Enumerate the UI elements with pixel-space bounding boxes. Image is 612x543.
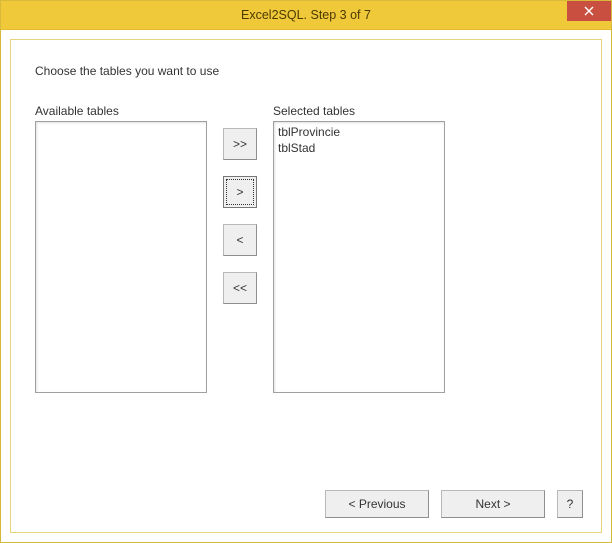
instruction-text: Choose the tables you want to use [35,64,577,78]
selected-column: Selected tables tblProvincietblStad [273,104,445,393]
help-button[interactable]: ? [557,490,583,518]
content-panel: Choose the tables you want to use Availa… [10,39,602,533]
previous-button[interactable]: < Previous [325,490,429,518]
move-left-button[interactable]: < [223,224,257,256]
available-column: Available tables [35,104,207,393]
close-icon [584,6,594,16]
move-all-left-button[interactable]: << [223,272,257,304]
move-right-button[interactable]: > [223,176,257,208]
move-all-right-button[interactable]: >> [223,128,257,160]
available-label: Available tables [35,104,207,118]
tables-row: Available tables >> > < << Selected tabl… [35,104,577,393]
window-title: Excel2SQL. Step 3 of 7 [1,8,611,22]
next-button[interactable]: Next > [441,490,545,518]
wizard-footer: < Previous Next > ? [325,490,583,518]
selected-label: Selected tables [273,104,445,118]
titlebar: Excel2SQL. Step 3 of 7 [1,1,611,30]
list-item[interactable]: tblProvincie [278,124,440,140]
list-item[interactable]: tblStad [278,140,440,156]
available-tables-listbox[interactable] [35,121,207,393]
wizard-window: Excel2SQL. Step 3 of 7 Choose the tables… [0,0,612,543]
close-button[interactable] [567,1,611,21]
selected-tables-listbox[interactable]: tblProvincietblStad [273,121,445,393]
move-buttons-column: >> > < << [223,104,257,304]
